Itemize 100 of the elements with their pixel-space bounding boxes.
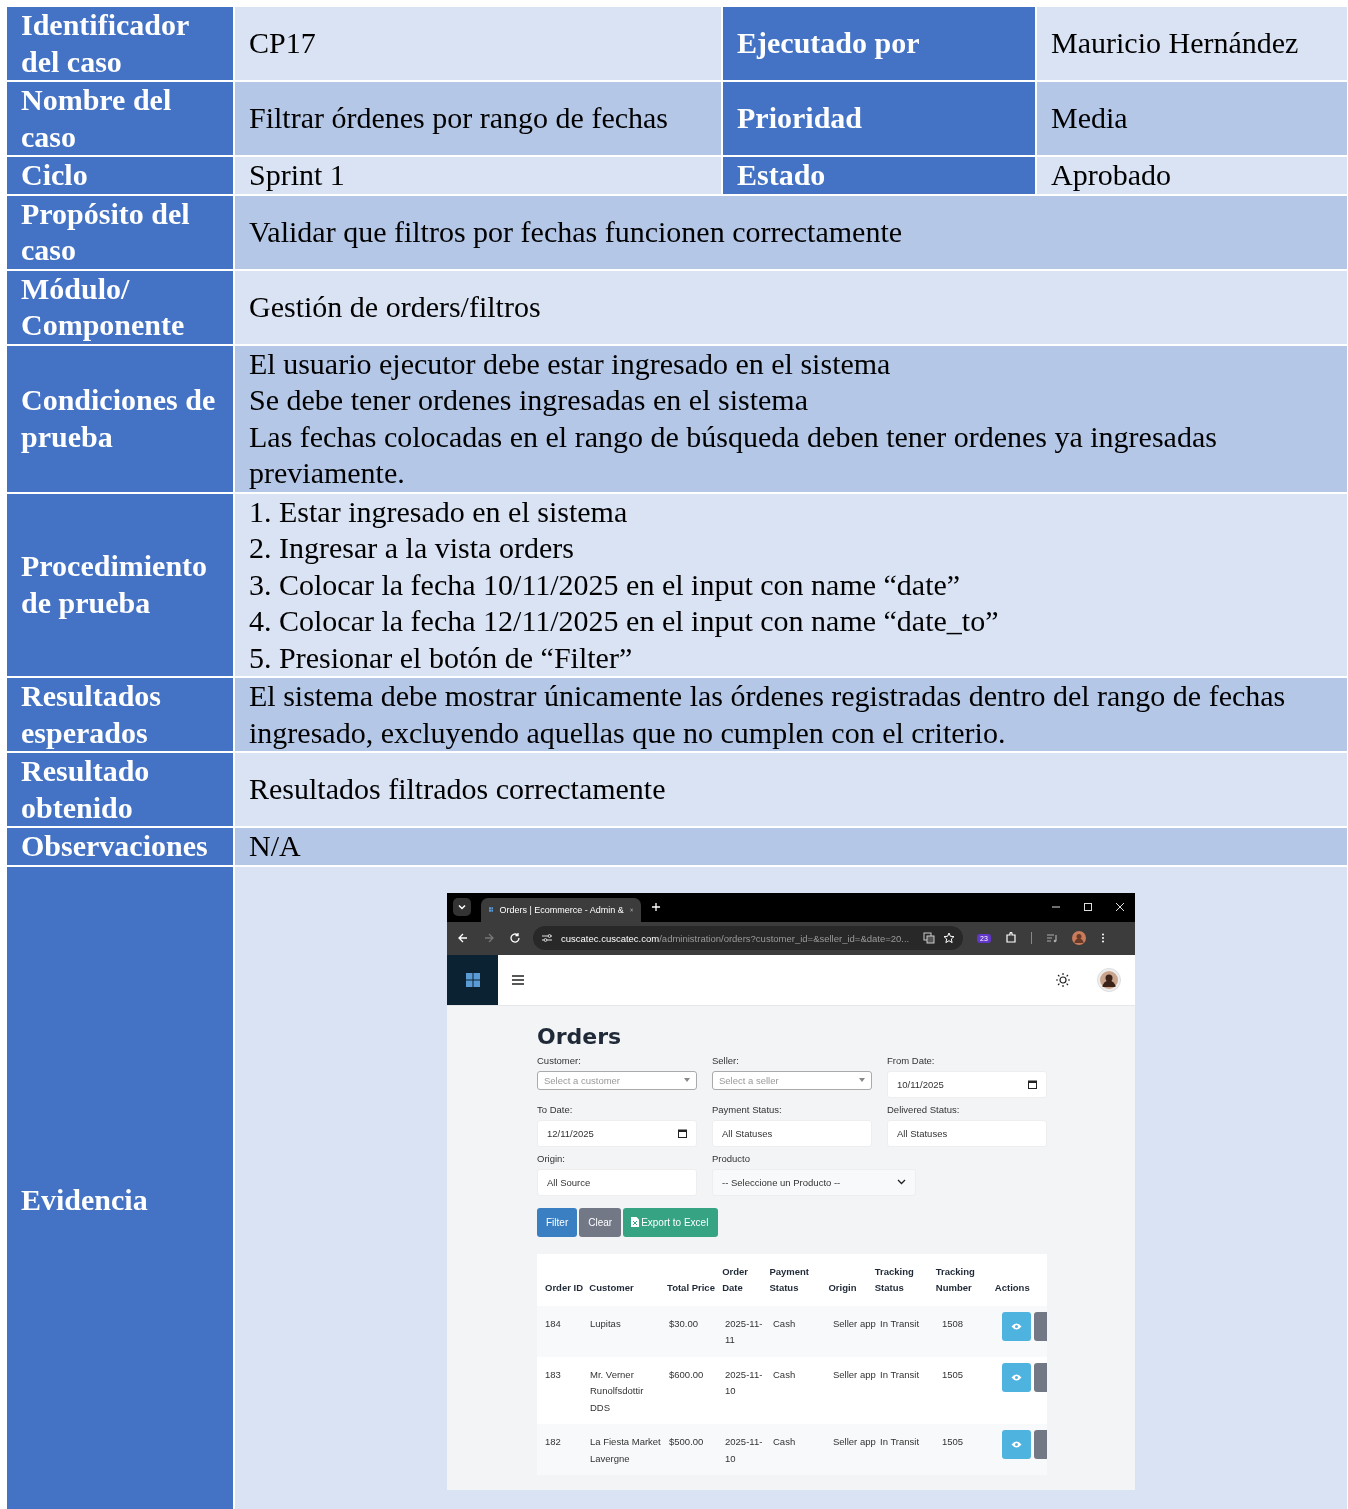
eye-icon <box>1011 1441 1022 1448</box>
field-value: N/A <box>249 828 301 864</box>
url-text: cuscatec.cuscatec.com/administration/orders?customer_id=&seller_id=&date=20... <box>561 932 911 944</box>
field-value-line: 2. Ingresar a la vista orders <box>249 530 575 566</box>
field-label: Ciclo <box>7 157 233 194</box>
table-cell-text: 1505 <box>942 1435 965 1449</box>
caret-icon <box>859 1078 865 1082</box>
filter-label: Customer: <box>537 1054 582 1066</box>
field-value-line: Las fechas colocadas en el rango de búsqueda deben tener ordenes ya ingresadas previamente. <box>249 418 1218 491</box>
reload-icon[interactable] <box>509 932 521 944</box>
profile-avatar[interactable] <box>1071 931 1086 945</box>
table-cell-text: $600.00 <box>669 1367 705 1382</box>
table-cell-text: Seller app <box>833 1367 877 1382</box>
calendar-icon[interactable] <box>678 1128 687 1138</box>
page-heading: Orders <box>537 1023 623 1049</box>
column-header: Tracking Status <box>874 1264 915 1295</box>
field-value-line: El usuario ejecutor debe estar ingresado en el sistema <box>249 345 892 382</box>
maximize-icon[interactable] <box>1083 902 1093 912</box>
field-value: Sprint 1 <box>249 157 345 193</box>
field-label: Prioridad <box>723 82 1035 155</box>
excel-file-icon <box>631 1217 640 1227</box>
field-label: Identificador del caso <box>7 7 233 80</box>
site-info-icon[interactable] <box>541 932 553 944</box>
filter-label: Producto <box>712 1152 752 1164</box>
table-cell-text: Cash <box>773 1316 797 1331</box>
table-cell-text: $500.00 <box>669 1435 705 1449</box>
table-cell-text: In Transit <box>880 1367 921 1382</box>
filter-button[interactable]: Filter <box>537 1207 578 1237</box>
table-cell-text: 183 <box>545 1367 562 1382</box>
table-cell-text: Cash <box>773 1367 797 1382</box>
caret-icon <box>684 1078 690 1082</box>
filter-label: Seller: <box>712 1054 740 1066</box>
user-avatar[interactable] <box>1097 967 1121 992</box>
sun-icon[interactable] <box>1055 971 1071 988</box>
date-field[interactable]: 12/11/2025 <box>537 1119 697 1147</box>
calendar-icon[interactable] <box>1028 1079 1037 1089</box>
table-cell-text: La Fiesta Market Lavergne <box>590 1435 662 1466</box>
new-tab-icon[interactable] <box>651 902 661 912</box>
select-field[interactable]: All Statuses <box>712 1119 872 1147</box>
field-label: Condiciones de prueba <box>7 345 233 492</box>
table-cell-text: Seller app <box>833 1316 877 1331</box>
table-cell-text: Seller app <box>833 1435 877 1449</box>
filter-label: Delivered Status: <box>887 1103 961 1115</box>
chevron-down-icon <box>897 1179 906 1185</box>
table-cell-text: 1505 <box>942 1367 965 1382</box>
menu-icon[interactable] <box>512 974 524 985</box>
field-value-line: 3. Colocar la fecha 10/11/2025 en el input con name “date” <box>249 566 962 603</box>
field-value: Mauricio Hernández <box>1051 25 1299 62</box>
field-label: Propósito del caso <box>7 195 233 269</box>
field-label: Estado <box>723 157 1035 194</box>
field-value-line: Se debe tener ordenes ingresadas en el sistema <box>249 382 809 418</box>
table-cell-text: 182 <box>545 1435 562 1449</box>
field-label: Nombre del caso <box>7 82 233 155</box>
table-cell-text: 1508 <box>942 1316 965 1331</box>
table-cell-text: 2025-11-11 <box>725 1316 764 1347</box>
forward-icon[interactable] <box>483 932 495 944</box>
table-cell-text: Lupitas <box>590 1316 622 1331</box>
field-label: Observaciones <box>7 828 233 865</box>
star-icon[interactable] <box>943 932 955 944</box>
table-cell-text: Cash <box>773 1435 797 1449</box>
action-button[interactable] <box>1034 1362 1047 1392</box>
table-cell-text: 184 <box>545 1316 562 1331</box>
filter-label: From Date: <box>887 1054 936 1066</box>
grid-icon <box>489 904 494 915</box>
table-cell-text: In Transit <box>880 1316 921 1331</box>
date-field[interactable]: 10/11/2025 <box>887 1070 1047 1098</box>
column-header: Customer <box>589 1280 635 1295</box>
column-header: Origin <box>828 1280 858 1295</box>
filter-label: Origin: <box>537 1152 566 1164</box>
column-header: Actions <box>994 1280 1031 1295</box>
close-icon[interactable] <box>1115 902 1125 912</box>
eye-icon <box>1011 1373 1022 1381</box>
table-cell-text: 2025-11-10 <box>725 1367 764 1398</box>
field-label: Ejecutado por <box>723 7 1035 80</box>
table-cell-text: In Transit <box>880 1435 921 1449</box>
column-header: Tracking Number <box>935 1264 976 1295</box>
field-value: Resultados filtrados correctamente <box>249 771 666 808</box>
sidebar-brand[interactable] <box>447 954 498 1005</box>
action-button[interactable] <box>1034 1311 1047 1341</box>
select-field[interactable]: -- Seleccione un Producto -- <box>712 1168 916 1196</box>
table-cell-text: 2025-11-10 <box>725 1435 764 1466</box>
tab-list-button[interactable] <box>453 898 471 916</box>
media-icon[interactable] <box>1045 932 1058 944</box>
back-icon[interactable] <box>457 932 469 944</box>
field-label: Módulo/ Componente <box>7 270 233 344</box>
browser-tab[interactable]: Orders | Ecommerce - Admin & <box>481 897 641 922</box>
field-label: Resultados esperados <box>7 678 233 751</box>
address-bar[interactable]: cuscatec.cuscatec.com/administration/orders?customer_id=&seller_id=&date=20... <box>533 926 963 950</box>
field-value-line: 5. Presionar el botón de “Filter” <box>249 639 634 676</box>
select-field[interactable]: All Source <box>537 1168 697 1196</box>
puzzle-icon[interactable] <box>1004 932 1017 944</box>
column-header: Order ID <box>545 1280 584 1295</box>
table-cell-text: $30.00 <box>669 1316 700 1331</box>
clear-button[interactable]: Clear <box>579 1207 622 1237</box>
field-value-line: 1. Estar ingresado en el sistema <box>249 493 629 530</box>
field-value: El sistema debe mostrar únicamente las órdenes registradas dentro del rango de fechas ingresado, excluyendo aquellas que no cumplen con el criterio. <box>249 678 1287 751</box>
menu-icon[interactable] <box>1099 932 1106 944</box>
translate-icon[interactable] <box>923 932 935 944</box>
field-label: Procedimiento de prueba <box>7 493 233 676</box>
select-field[interactable]: All Statuses <box>887 1119 1047 1147</box>
